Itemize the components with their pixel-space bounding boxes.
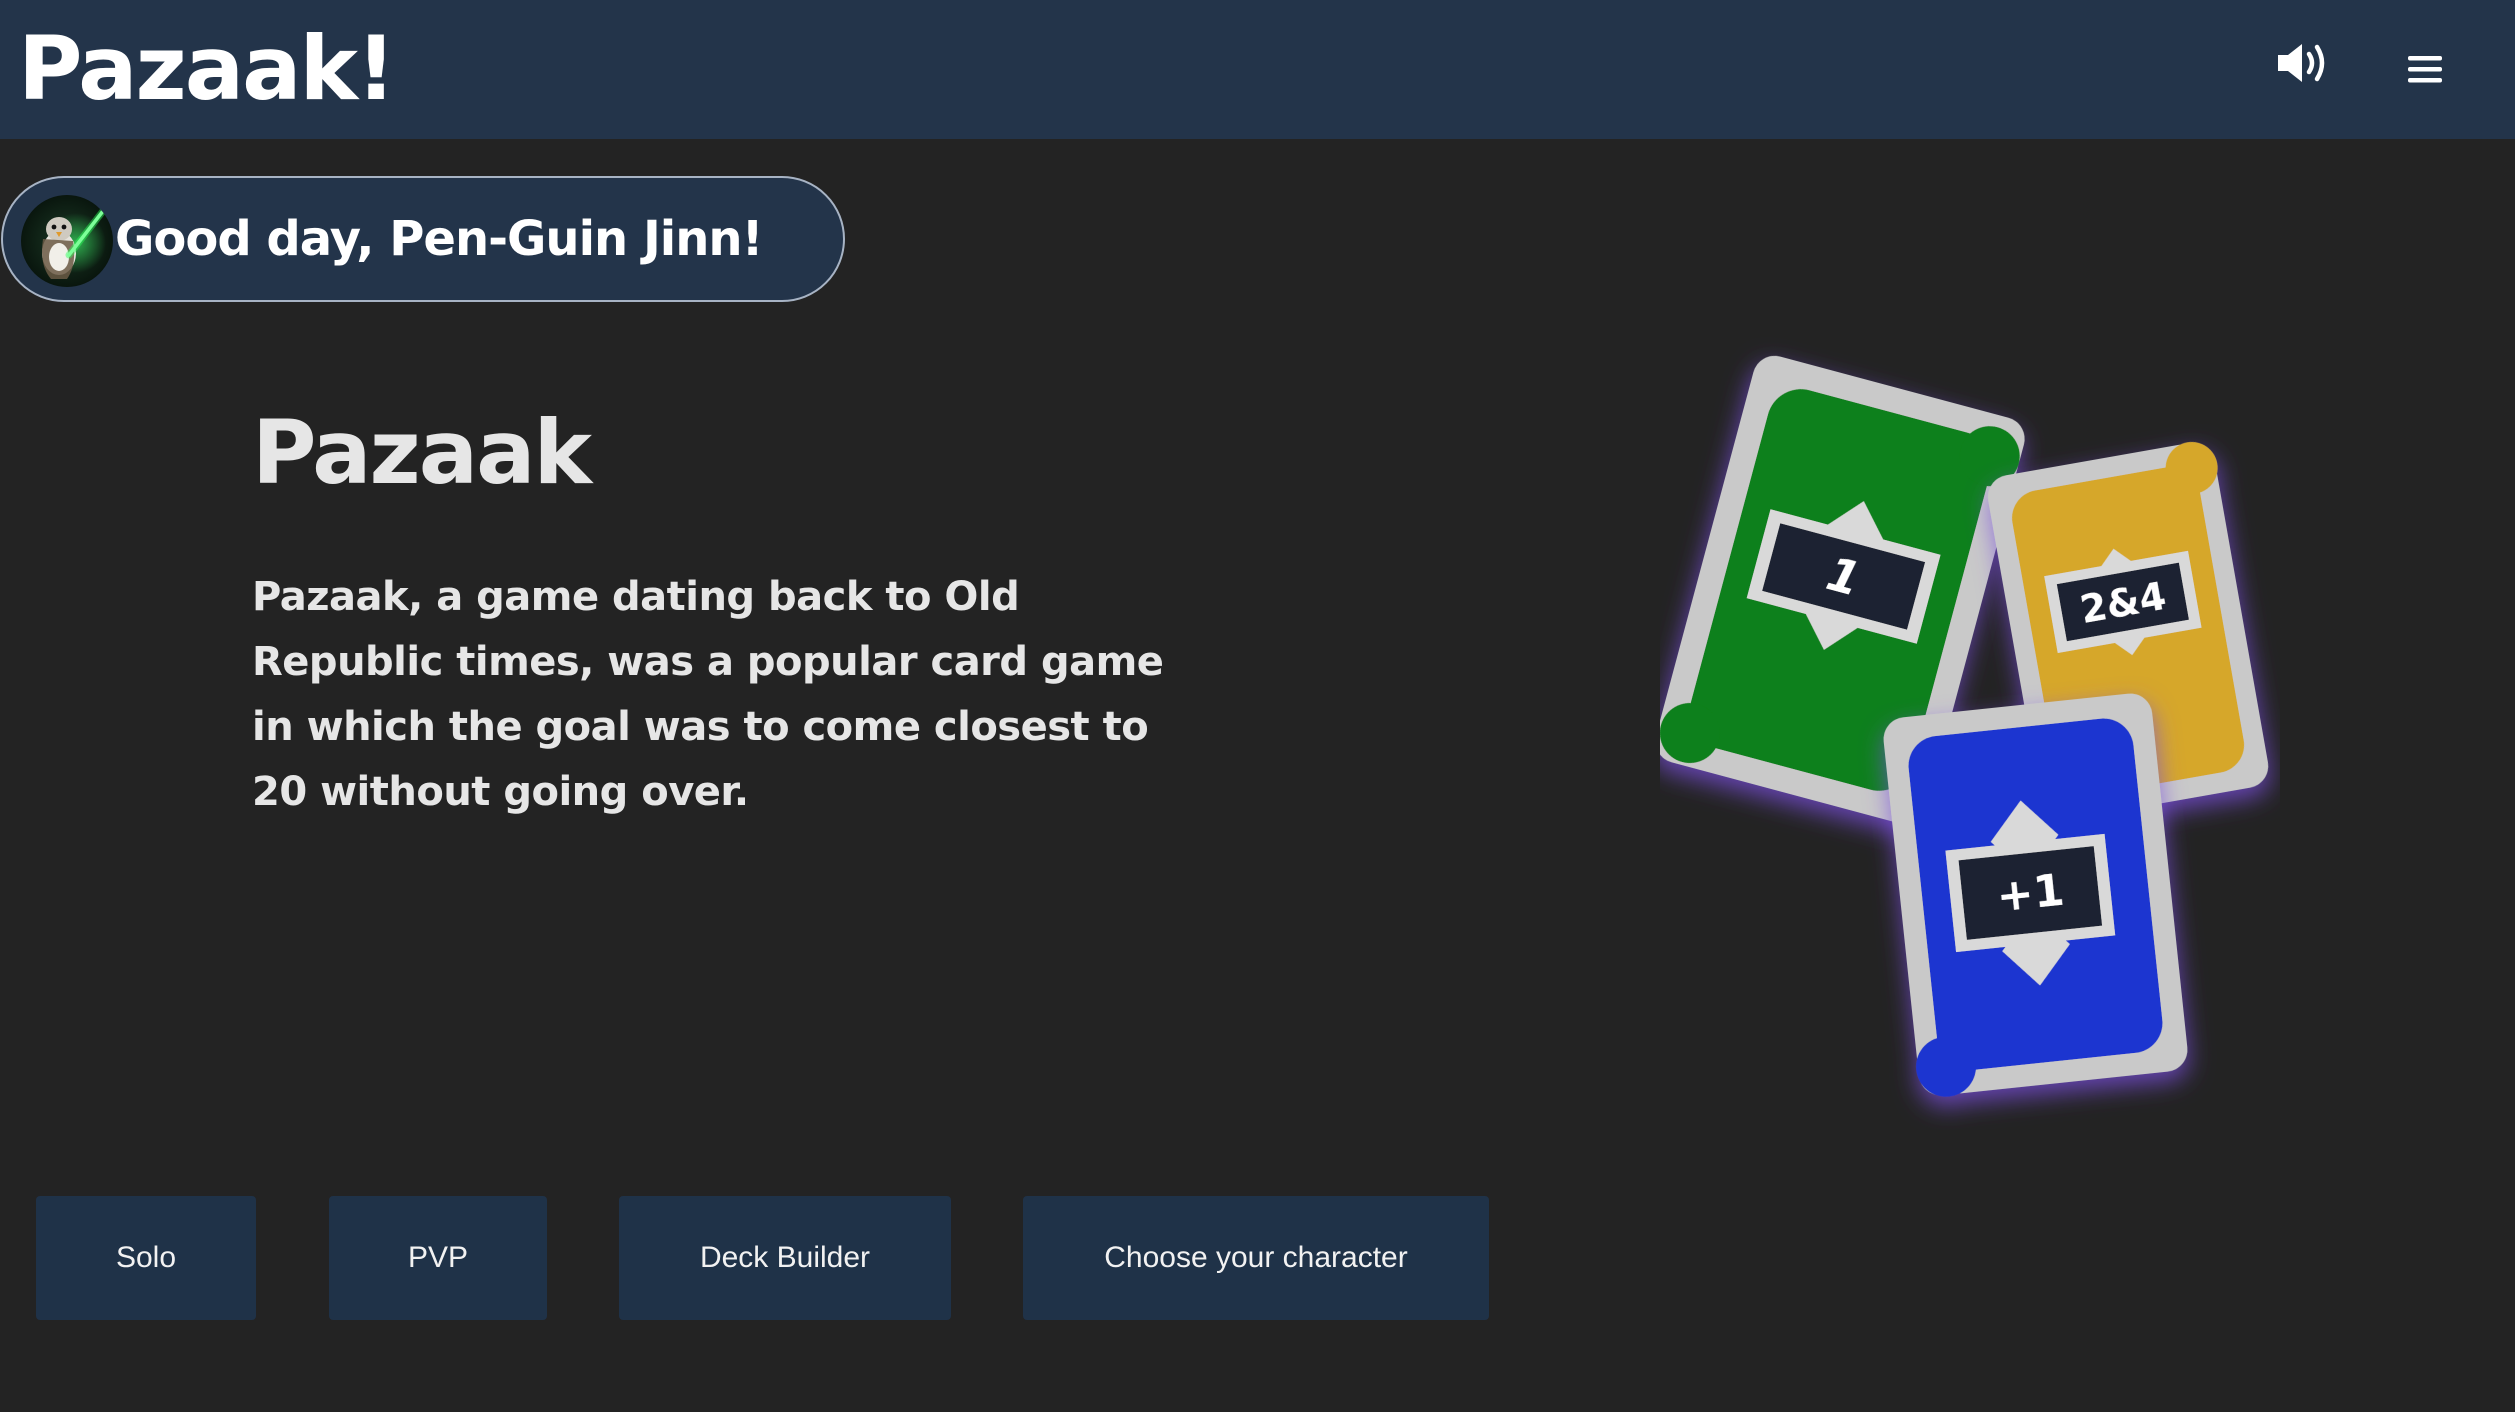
- hamburger-menu-icon: [2408, 56, 2442, 83]
- card-blue: +1: [1883, 693, 2188, 1097]
- top-nav-bar: Pazaak!: [0, 0, 2515, 139]
- game-description: Pazaak, a game dating back to Old Republ…: [252, 574, 1164, 815]
- pazaak-cards-illustration: 1 2&4 +1: [1655, 330, 2280, 1130]
- greeting-pill[interactable]: Good day, Pen-Guin Jinn!: [1, 176, 845, 302]
- speaker-on-icon: [2278, 44, 2325, 82]
- app-brand-title[interactable]: Pazaak!: [18, 14, 396, 124]
- sound-toggle-button[interactable]: [2272, 38, 2332, 88]
- card-label-blue: +1: [1994, 865, 2066, 923]
- cards-illustration-svg: 1 2&4 +1: [1655, 355, 2269, 1097]
- page-title: Pazaak: [252, 401, 592, 504]
- choose-character-button[interactable]: Choose your character: [1023, 1196, 1489, 1320]
- greeting-text: Good day, Pen-Guin Jinn!: [115, 211, 763, 267]
- avatar[interactable]: [21, 195, 113, 287]
- hamburger-menu-button[interactable]: [2406, 52, 2444, 86]
- solo-button[interactable]: Solo: [36, 1196, 256, 1320]
- penguin-jedi-avatar: [21, 195, 113, 287]
- deck-builder-button[interactable]: Deck Builder: [619, 1196, 951, 1320]
- pvp-button[interactable]: PVP: [329, 1196, 547, 1320]
